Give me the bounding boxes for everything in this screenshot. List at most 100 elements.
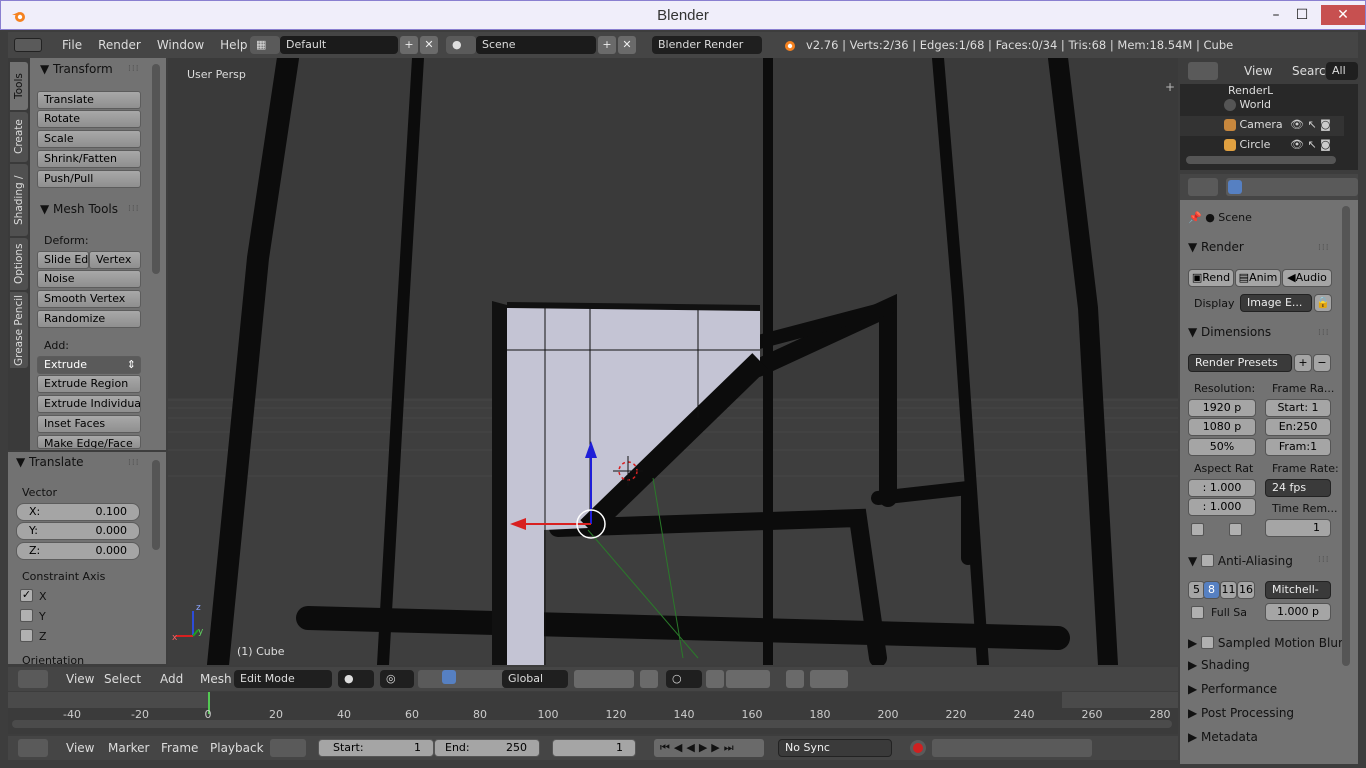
layout-icon[interactable]: ▦ [250,36,280,54]
outliner-item-world[interactable]: World [1224,98,1271,111]
frame-start-field[interactable]: Start: 1 [1265,399,1331,417]
viewport-expand-icon[interactable]: + [1165,80,1175,94]
extrude-select[interactable]: Extrude ⇕ [37,356,141,374]
timeline[interactable]: -40 -20 0 20 40 60 80 100 120 140 160 180 200 220 240 2… [8,692,1178,734]
scale-button[interactable]: Scale [37,130,141,148]
render-still-button[interactable]: ▣Rend [1188,269,1234,287]
layout-remove-icon[interactable]: ✕ [420,36,438,54]
preset-add-icon[interactable]: + [1294,354,1312,372]
display-select[interactable]: Image E... [1240,294,1312,312]
playback-controls[interactable]: ⏮◀◀▶▶⏭ [654,739,764,757]
smooth-vertex-button[interactable]: Smooth Vertex [37,290,141,308]
pivot-select[interactable]: ◎ [380,670,414,688]
scene-field[interactable]: Scene [476,36,596,54]
render-engine-select[interactable]: Blender Render [652,36,762,54]
record-icon[interactable] [910,740,926,756]
timeline-menu-frame[interactable]: Frame [153,741,206,755]
tab-create[interactable]: Create [10,112,28,162]
3d-viewport[interactable]: User Persp (1) Cube z x y + [168,58,1178,665]
sync-select[interactable]: No Sync [778,739,892,757]
randomize-button[interactable]: Randomize [37,310,141,328]
outliner-menu-view[interactable]: View [1236,64,1280,78]
layout-add-icon[interactable]: + [400,36,418,54]
extrude-region-button[interactable]: Extrude Region [37,375,141,393]
snap-element-select[interactable] [726,670,770,688]
scene-add-icon[interactable]: + [598,36,616,54]
panel-grip-icon[interactable]: ⁞⁞⁞ [128,204,140,214]
scene-remove-icon[interactable]: ✕ [618,36,636,54]
panel-grip-icon[interactable]: ⁞⁞⁞ [1318,243,1330,253]
aa-samples-11[interactable]: 11 [1220,581,1237,599]
panel-grip-icon[interactable]: ⁞⁞⁞ [1318,555,1330,565]
render-tab-icon[interactable] [1228,180,1242,194]
orientation-select[interactable]: Global [502,670,568,688]
dimensions-panel-header[interactable]: ▼ Dimensions [1188,325,1271,339]
editor-type-3dview-icon[interactable] [18,670,48,688]
timeline-scrollbar[interactable] [12,720,1172,728]
outliner-item-renderlayers[interactable]: RenderL [1228,84,1273,94]
menu-render[interactable]: Render [90,38,149,52]
anti-aliasing-checkbox[interactable] [1201,554,1215,567]
post-processing-panel-header[interactable]: ▶ Post Processing [1188,706,1294,720]
shading-panel-header[interactable]: ▶ Shading [1188,658,1250,672]
performance-panel-header[interactable]: ▶ Performance [1188,682,1277,696]
motion-blur-checkbox[interactable] [1201,636,1215,649]
border-checkbox[interactable] [1191,523,1204,536]
close-button[interactable]: ✕ [1321,5,1365,25]
aa-samples-8[interactable]: 8 [1203,581,1220,599]
keying-set-field[interactable] [932,739,1092,757]
tab-options[interactable]: Options [10,238,28,290]
proportional-edit-select[interactable]: ○ [666,670,702,688]
fps-select[interactable]: 24 fps [1265,479,1331,497]
preview-range-buttons[interactable] [270,739,306,757]
render-panel-header[interactable]: ▼ Render [1188,240,1244,254]
noise-button[interactable]: Noise [37,270,141,288]
inset-faces-button[interactable]: Inset Faces [37,415,141,433]
outliner-display-select[interactable]: All Sc [1326,62,1358,95]
timeline-menu-playback[interactable]: Playback [202,741,272,755]
constraint-z-checkbox[interactable] [20,629,33,642]
aa-filter-select[interactable]: Mitchell- [1265,581,1331,599]
editor-type-outliner-icon[interactable] [1188,62,1218,80]
current-frame-field[interactable]: 1 [552,739,636,757]
mesh-tools-header[interactable]: ▼ Mesh Tools [40,202,118,216]
constraint-y-checkbox[interactable] [20,609,33,622]
opengl-render-icon[interactable] [786,670,804,688]
crop-checkbox[interactable] [1229,523,1242,536]
menu-file[interactable]: File [54,38,90,52]
full-sample-checkbox[interactable] [1191,606,1204,619]
editor-type-timeline-icon[interactable] [18,739,48,757]
minimize-button[interactable]: – [1265,5,1287,25]
editor-type-properties-icon[interactable] [1188,178,1218,196]
constraint-x-checkbox[interactable]: ✓ [20,589,33,602]
panel-grip-icon[interactable]: ⁞⁞⁞ [1318,328,1330,338]
operator-header[interactable]: ▼ Translate [16,455,84,469]
vector-x-field[interactable]: X: 0.100 [16,503,140,521]
manipulator-group[interactable] [418,670,506,688]
aspect-y-field[interactable]: : 1.000 [1188,498,1256,516]
mode-select[interactable]: Edit Mode [234,670,332,688]
frame-step-field[interactable]: Fram:1 [1265,438,1331,456]
scene-icon[interactable]: ● [446,36,476,54]
panel-grip-icon[interactable]: ⁞⁞⁞ [128,64,140,74]
circle-visibility-icons[interactable]: 👁 ↖ ◙ [1290,138,1331,151]
transform-header[interactable]: ▼ Transform [40,62,113,76]
outliner-item-circle[interactable]: Circle [1224,138,1270,151]
menu-window[interactable]: Window [149,38,212,52]
filter-size-field[interactable]: 1.000 p [1265,603,1331,621]
panel-grip-icon[interactable]: ⁞⁞⁞ [128,458,140,468]
resolution-y-field[interactable]: 1080 p [1188,418,1256,436]
start-frame-field[interactable]: Start: 1 [318,739,434,757]
outliner-item-camera[interactable]: Camera [1224,118,1283,131]
snap-magnet-icon[interactable] [706,670,724,688]
properties-scrollbar[interactable] [1342,206,1350,666]
aa-samples-16[interactable]: 16 [1237,581,1255,599]
translate-manipulator-icon[interactable] [442,670,456,684]
menu-mesh[interactable]: Mesh [192,672,240,686]
make-edge-face-button[interactable]: Make Edge/Face [37,435,141,449]
tool-scrollbar[interactable] [152,64,160,274]
lock-icon[interactable]: 🔒 [1314,294,1332,312]
metadata-panel-header[interactable]: ▶ Metadata [1188,730,1258,744]
properties-context-tabs[interactable] [1226,178,1358,196]
select-mode-buttons[interactable] [574,670,634,688]
